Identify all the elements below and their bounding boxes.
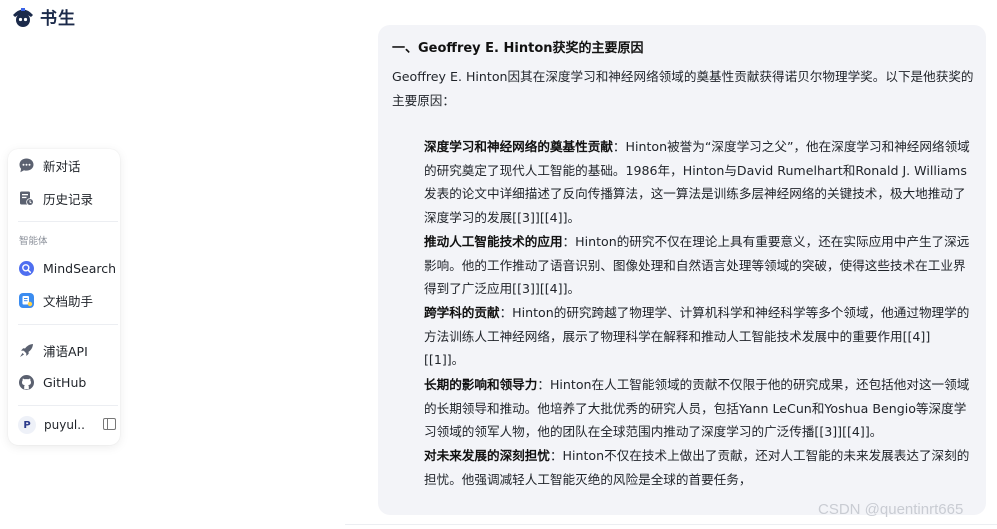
sidebar-divider xyxy=(18,324,118,325)
sidebar-item-github[interactable]: GitHub xyxy=(18,369,114,395)
sidebar-item-label: MindSearch xyxy=(43,260,117,276)
list-item-separator: ： xyxy=(562,234,576,249)
list-item-separator: ： xyxy=(612,139,626,154)
watermark: CSDN @quentinrt665 xyxy=(818,501,964,518)
sidebar-collapse-icon[interactable] xyxy=(103,418,116,430)
logo-mascot-icon xyxy=(13,7,33,27)
sidebar-item-label: 新对话 xyxy=(43,158,81,174)
list-item: 长期的影响和领导力：Hinton在人工智能领域的贡献不仅限于他的研究成果，还包括… xyxy=(424,373,970,444)
sidebar-divider xyxy=(18,221,118,222)
sidebar-item-mindsearch[interactable]: MindSearch xyxy=(18,255,117,281)
github-icon xyxy=(18,374,35,391)
sidebar-item-api[interactable]: 浦语API xyxy=(18,337,114,363)
logo-text: 书生 xyxy=(40,9,76,29)
list-item-title: 深度学习和神经网络的奠基性贡献 xyxy=(424,139,613,154)
sidebar-item-label: 历史记录 xyxy=(43,191,94,207)
sidebar-item-label: GitHub xyxy=(43,374,87,390)
input-area-edge xyxy=(345,524,997,529)
user-profile[interactable]: P puyul... xyxy=(18,413,116,437)
document-assistant-icon xyxy=(18,292,35,309)
list-item-separator: ： xyxy=(537,377,550,392)
user-name: puyul... xyxy=(44,418,84,432)
list-item-title: 推动人工智能技术的应用 xyxy=(424,234,563,249)
sidebar-section-agents: 智能体 xyxy=(19,236,48,247)
list-item: 对未来发展的深刻担忧：Hinton不仅在技术上做出了贡献，还对人工智能的未来发展… xyxy=(424,444,970,491)
sidebar-item-label: 文档助手 xyxy=(43,293,94,309)
chat-bubble-icon xyxy=(18,157,35,174)
list-item-separator: ： xyxy=(549,448,563,463)
list-item-separator: ： xyxy=(499,305,513,320)
app-logo[interactable]: 书生 xyxy=(10,4,76,29)
list-item-title: 对未来发展的深刻担忧 xyxy=(424,448,550,463)
assistant-message: 一、Geoffrey E. Hinton获奖的主要原因 Geoffrey E. … xyxy=(378,25,986,515)
message-heading: 一、Geoffrey E. Hinton获奖的主要原因 xyxy=(392,41,644,56)
message-intro: Geoffrey E. Hinton因其在深度学习和神经网络领域的奠基性贡献获得… xyxy=(392,69,974,108)
mindsearch-icon xyxy=(18,260,35,277)
api-rocket-icon xyxy=(18,342,35,359)
sidebar-item-document-assistant[interactable]: 文档助手 xyxy=(18,287,114,313)
history-icon xyxy=(18,190,35,207)
sidebar-divider xyxy=(18,405,118,406)
sidebar-panel: 新对话 历史记录 智能体 MindSearch 文档助手 浦语API GitHu… xyxy=(8,149,120,445)
sidebar-item-label: 浦语API xyxy=(43,343,88,359)
avatar: P xyxy=(18,416,36,434)
sidebar-item-new-chat[interactable]: 新对话 xyxy=(18,152,114,178)
sidebar-item-history[interactable]: 历史记录 xyxy=(18,185,114,211)
list-item-title: 跨学科的贡献 xyxy=(424,305,500,320)
list-item-title: 长期的影响和领导力 xyxy=(424,377,538,392)
list-item: 跨学科的贡献：Hinton的研究跨越了物理学、计算机科学和神经科学等多个领域，他… xyxy=(424,301,970,372)
list-item: 深度学习和神经网络的奠基性贡献：Hinton被誉为“深度学习之父”，他在深度学习… xyxy=(424,135,970,229)
list-item: 推动人工智能技术的应用：Hinton的研究不仅在理论上具有重要意义，还在实际应用… xyxy=(424,230,970,301)
